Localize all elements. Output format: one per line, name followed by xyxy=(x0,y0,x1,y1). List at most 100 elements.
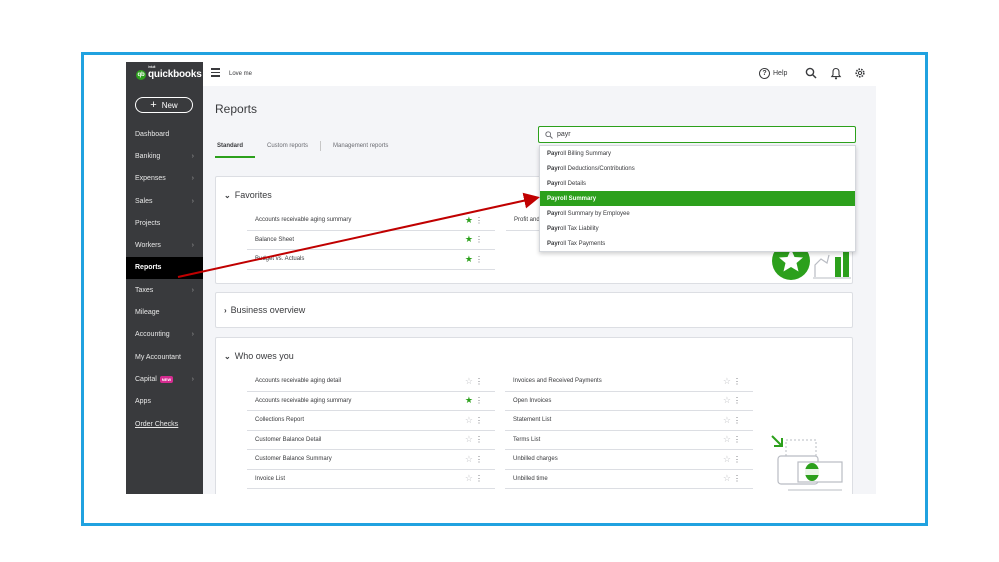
star-filled-icon[interactable]: ★ xyxy=(465,234,473,245)
report-link[interactable]: Open Invoices xyxy=(513,398,551,404)
report-row[interactable]: Customer Balance Summary ☆ ⋮ xyxy=(247,450,495,470)
report-row[interactable]: Invoice List ☆ ⋮ xyxy=(247,470,495,489)
report-link[interactable]: Balance Sheet xyxy=(255,237,294,243)
tab-management-reports[interactable]: Management reports xyxy=(331,143,400,157)
more-options-icon[interactable]: ⋮ xyxy=(475,474,483,483)
suggestion-item[interactable]: Payr oll Billing Summary xyxy=(540,146,855,161)
more-options-icon[interactable]: ⋮ xyxy=(733,474,741,483)
report-link[interactable]: Terms List xyxy=(513,437,540,443)
business-overview-header[interactable]: › Business overview xyxy=(224,305,305,315)
star-filled-icon[interactable]: ★ xyxy=(465,215,473,226)
report-link[interactable]: Accounts receivable aging summary xyxy=(255,217,351,223)
report-row[interactable]: Unbilled charges ☆ ⋮ xyxy=(505,450,753,470)
more-options-icon[interactable]: ⋮ xyxy=(475,416,483,425)
report-row[interactable]: Open Invoices ☆ ⋮ xyxy=(505,392,753,411)
sidebar-item-dashboard[interactable]: Dashboard xyxy=(126,123,203,145)
more-options-icon[interactable]: ⋮ xyxy=(733,455,741,464)
report-row[interactable]: Budget vs. Actuals ★ ⋮ xyxy=(247,250,495,270)
sidebar-item-text: Order Checks xyxy=(135,421,178,428)
suggestion-item[interactable]: Payr oll Details xyxy=(540,176,855,191)
sidebar-item-mileage[interactable]: Mileage xyxy=(126,301,203,323)
report-row[interactable]: Invoices and Received Payments ☆ ⋮ xyxy=(505,372,753,392)
favorites-header[interactable]: ⌄ Favorites xyxy=(224,190,272,200)
more-options-icon[interactable]: ⋮ xyxy=(475,396,483,405)
sidebar-item-expenses[interactable]: Expenses › xyxy=(126,168,203,190)
sidebar-item-workers[interactable]: Workers › xyxy=(126,234,203,256)
new-button[interactable]: + New xyxy=(135,97,193,113)
suggestion-item[interactable]: Payr oll Deductions/Contributions xyxy=(540,161,855,176)
report-link[interactable]: Budget vs. Actuals xyxy=(255,256,304,262)
star-outline-icon[interactable]: ☆ xyxy=(723,434,731,445)
bell-icon[interactable] xyxy=(830,67,842,80)
report-link[interactable]: Statement List xyxy=(513,417,551,423)
business-overview-card[interactable]: › Business overview xyxy=(215,292,853,328)
report-row[interactable]: Collections Report ☆ ⋮ xyxy=(247,411,495,431)
report-link[interactable]: Invoices and Received Payments xyxy=(513,378,602,384)
more-options-icon[interactable]: ⋮ xyxy=(475,216,483,225)
sidebar-item-reports[interactable]: Reports xyxy=(126,256,203,280)
report-link[interactable]: Profit and xyxy=(514,217,540,223)
report-row[interactable]: Accounts receivable aging summary ★ ⋮ xyxy=(247,392,495,411)
report-row[interactable]: Terms List ☆ ⋮ xyxy=(505,431,753,450)
sidebar-item-sales[interactable]: Sales › xyxy=(126,190,203,212)
sidebar-item-capital[interactable]: Capital NEW › xyxy=(126,368,203,390)
report-link[interactable]: Invoice List xyxy=(255,476,285,482)
who-owes-you-header[interactable]: ⌄ Who owes you xyxy=(224,351,294,361)
star-outline-icon[interactable]: ☆ xyxy=(723,415,731,426)
more-options-icon[interactable]: ⋮ xyxy=(733,396,741,405)
suggestion-item[interactable]: Payr oll Summary by Employee xyxy=(540,206,855,221)
help-button[interactable]: ? Help xyxy=(759,68,787,79)
report-link[interactable]: Unbilled charges xyxy=(513,456,558,462)
star-outline-icon[interactable]: ☆ xyxy=(723,454,731,465)
star-outline-icon[interactable]: ☆ xyxy=(465,454,473,465)
tab-standard[interactable]: Standard xyxy=(215,143,256,158)
sidebar-item-taxes[interactable]: Taxes › xyxy=(126,279,203,301)
gear-icon[interactable] xyxy=(854,67,866,79)
more-options-icon[interactable]: ⋮ xyxy=(733,377,741,386)
report-row[interactable]: Unbilled time ☆ ⋮ xyxy=(505,470,753,489)
more-options-icon[interactable]: ⋮ xyxy=(475,435,483,444)
star-outline-icon[interactable]: ☆ xyxy=(465,376,473,387)
suggestion-rest: oll Summary by Employee xyxy=(560,210,630,217)
sidebar-item-my-accountant[interactable]: My Accountant xyxy=(126,346,203,368)
report-row[interactable]: Balance Sheet ★ ⋮ xyxy=(247,231,495,250)
report-link[interactable]: Unbilled time xyxy=(513,476,548,482)
sidebar-item-banking[interactable]: Banking › xyxy=(126,145,203,167)
search-value: payr xyxy=(557,131,571,138)
star-outline-icon[interactable]: ☆ xyxy=(723,376,731,387)
star-outline-icon[interactable]: ☆ xyxy=(723,395,731,406)
report-row[interactable]: Accounts receivable aging detail ☆ ⋮ xyxy=(247,372,495,392)
suggestion-item[interactable]: Payr oll Summary xyxy=(540,191,855,206)
sidebar-item-label: Banking xyxy=(135,152,161,160)
suggestion-item[interactable]: Payr oll Tax Liability xyxy=(540,221,855,236)
report-search-input[interactable]: payr xyxy=(538,126,856,143)
more-options-icon[interactable]: ⋮ xyxy=(475,455,483,464)
report-link[interactable]: Customer Balance Detail xyxy=(255,437,321,443)
report-link[interactable]: Accounts receivable aging summary xyxy=(255,398,351,404)
suggestion-item[interactable]: Payr oll Tax Payments xyxy=(540,236,855,251)
sidebar-item-accounting[interactable]: Accounting › xyxy=(126,324,203,346)
more-options-icon[interactable]: ⋮ xyxy=(475,235,483,244)
star-outline-icon[interactable]: ☆ xyxy=(723,473,731,484)
sidebar-item-order-checks[interactable]: Order Checks xyxy=(126,413,203,435)
search-icon[interactable] xyxy=(805,67,817,79)
more-options-icon[interactable]: ⋮ xyxy=(475,255,483,264)
star-filled-icon[interactable]: ★ xyxy=(465,395,473,406)
sidebar-item-projects[interactable]: Projects xyxy=(126,212,203,234)
more-options-icon[interactable]: ⋮ xyxy=(733,416,741,425)
star-outline-icon[interactable]: ☆ xyxy=(465,415,473,426)
more-options-icon[interactable]: ⋮ xyxy=(475,377,483,386)
report-link[interactable]: Customer Balance Summary xyxy=(255,456,332,462)
tab-custom-reports[interactable]: Custom reports xyxy=(265,143,320,157)
sidebar-item-apps[interactable]: Apps xyxy=(126,391,203,413)
report-link[interactable]: Collections Report xyxy=(255,417,304,423)
report-row[interactable]: Statement List ☆ ⋮ xyxy=(505,411,753,431)
report-link[interactable]: Accounts receivable aging detail xyxy=(255,378,341,384)
star-filled-icon[interactable]: ★ xyxy=(465,254,473,265)
more-options-icon[interactable]: ⋮ xyxy=(733,435,741,444)
report-row[interactable]: Accounts receivable aging summary ★ ⋮ xyxy=(247,211,495,231)
menu-icon[interactable] xyxy=(211,68,220,79)
star-outline-icon[interactable]: ☆ xyxy=(465,473,473,484)
report-row[interactable]: Customer Balance Detail ☆ ⋮ xyxy=(247,431,495,450)
star-outline-icon[interactable]: ☆ xyxy=(465,434,473,445)
